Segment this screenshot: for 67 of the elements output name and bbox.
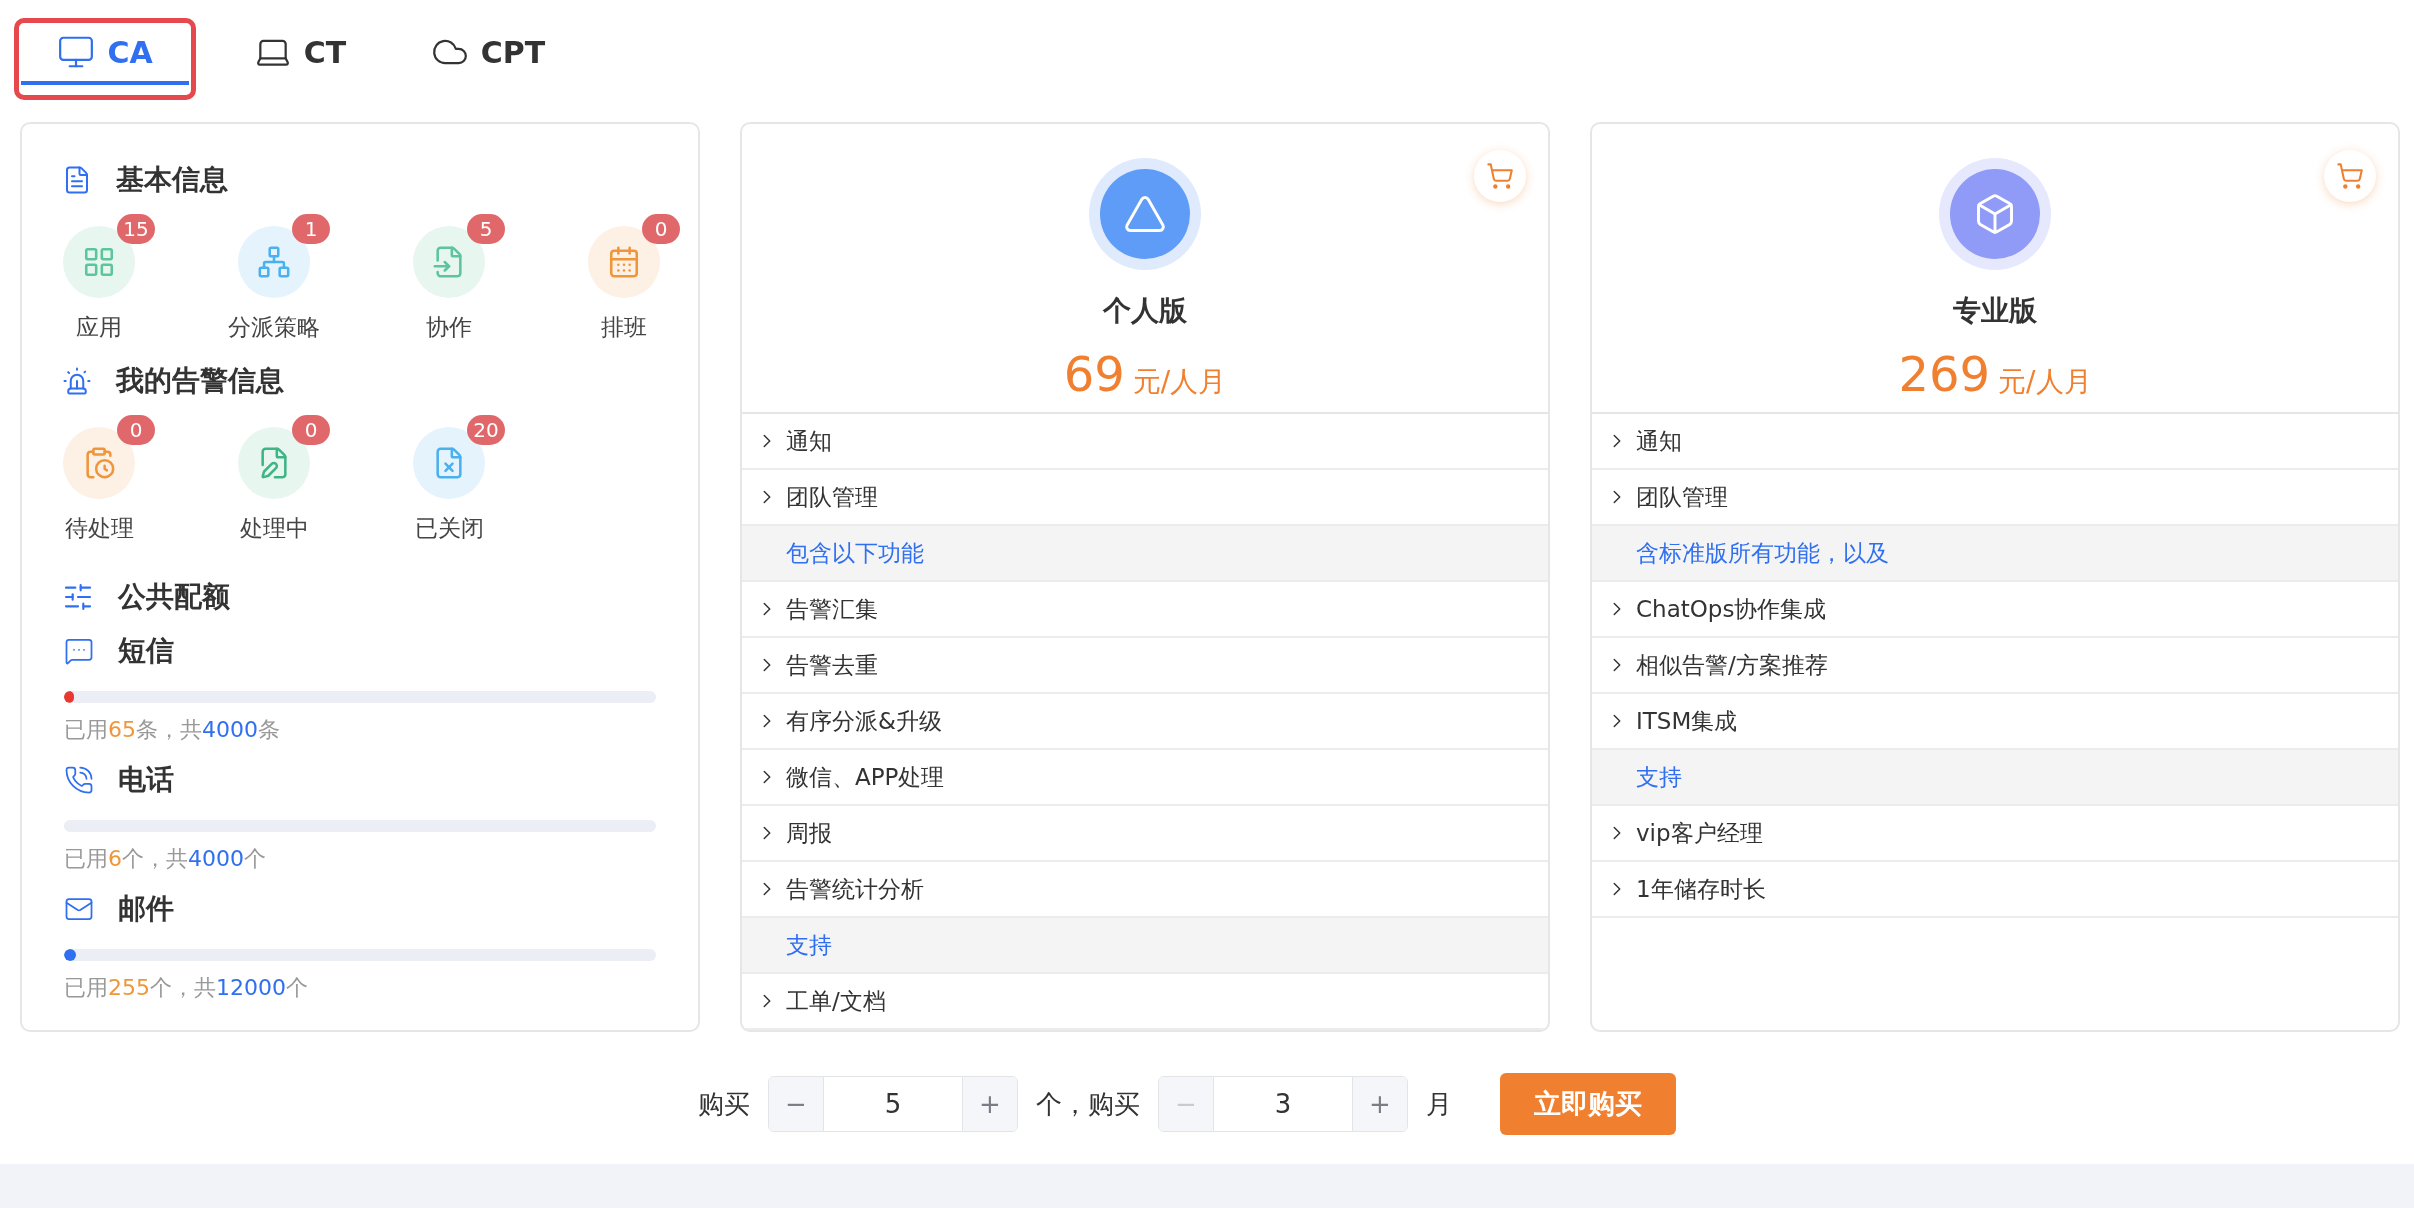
group-label: 支持 xyxy=(1636,762,1682,792)
cart-icon xyxy=(2336,162,2364,190)
feature-row[interactable]: ChatOps协作集成 xyxy=(1592,582,2398,638)
group-label: 支持 xyxy=(786,930,832,960)
quota-item-icon xyxy=(64,636,94,666)
feature-row[interactable]: 工单/文档 xyxy=(742,974,1548,1030)
section-title: 公共配额 xyxy=(118,579,230,615)
shortcut-label: 待处理 xyxy=(64,513,134,543)
quota-item-icon xyxy=(64,765,94,795)
shortcut-glyph-icon xyxy=(82,245,116,279)
section-title: 我的告警信息 xyxy=(116,362,284,399)
feature-row[interactable]: 有序分派&升级 xyxy=(742,694,1548,750)
group-label: 含标准版所有功能，以及 xyxy=(1636,538,1889,568)
count-badge: 1 xyxy=(292,214,330,244)
shortcut-label: 已关闭 xyxy=(414,513,484,543)
feature-row[interactable]: 通知 xyxy=(1592,414,2398,470)
purchase-label: 购买 xyxy=(698,1087,750,1121)
quota-icon xyxy=(62,581,94,613)
count-badge: 0 xyxy=(642,214,680,244)
shortcut-label: 应用 xyxy=(76,313,122,342)
shortcut-label: 排班 xyxy=(601,313,647,342)
price-unit: 元/人月 xyxy=(1132,364,1227,400)
feature-row[interactable]: 通知 xyxy=(742,414,1548,470)
tab[interactable]: CT xyxy=(216,23,384,85)
quota-name: 邮件 xyxy=(118,891,174,927)
tab[interactable]: CPT xyxy=(404,23,572,85)
plan-name: 个人版 xyxy=(1103,293,1187,329)
cart-button[interactable] xyxy=(1474,150,1526,202)
plan-price: 69 xyxy=(1063,345,1125,404)
price-unit: 元/人月 xyxy=(1998,364,2092,400)
shortcut-label: 处理中 xyxy=(239,513,309,543)
number-stepper[interactable]: − 3 + xyxy=(1158,1076,1408,1132)
feature-row[interactable]: 告警去重 xyxy=(742,638,1548,694)
feature-row[interactable]: 告警汇集 xyxy=(742,582,1548,638)
increment-button[interactable]: + xyxy=(963,1077,1017,1131)
feature-row[interactable]: vip客户经理 xyxy=(1592,806,2398,862)
count-badge: 15 xyxy=(117,214,155,244)
feature-row[interactable]: 微信、APP处理 xyxy=(742,750,1548,806)
shortcut-label: 分派策略 xyxy=(228,313,320,342)
shortcut-label: 协作 xyxy=(426,313,472,342)
decrement-button[interactable]: − xyxy=(769,1077,823,1131)
count-badge: 0 xyxy=(117,414,155,445)
quota-name: 电话 xyxy=(118,762,174,798)
plan-price: 269 xyxy=(1898,345,1991,404)
feature-row[interactable]: 相似告警/方案推荐 xyxy=(1592,638,2398,694)
section-title: 基本信息 xyxy=(116,162,228,198)
cart-icon xyxy=(1486,162,1514,190)
cart-button[interactable] xyxy=(2324,150,2376,202)
number-stepper[interactable]: − 5 + xyxy=(768,1076,1018,1132)
usage-text: 已用6个，共4000个 xyxy=(64,845,267,873)
month-label: 月 xyxy=(1426,1087,1452,1121)
count-badge: 0 xyxy=(292,414,330,445)
feature-row[interactable]: 周报 xyxy=(742,806,1548,862)
feature-row[interactable]: 1年储存时长 xyxy=(1592,862,2398,918)
tab[interactable]: CA xyxy=(21,23,189,85)
count-badge: 5 xyxy=(467,214,505,244)
usage-text: 已用65条，共4000条 xyxy=(64,716,281,744)
shortcut-glyph-icon xyxy=(607,245,641,279)
plan-name: 专业版 xyxy=(1953,293,2037,329)
group-label: 包含以下功能 xyxy=(786,538,924,568)
quota-name: 短信 xyxy=(118,633,174,669)
increment-button[interactable]: + xyxy=(1353,1077,1407,1131)
usage-text: 已用255个，共12000个 xyxy=(64,974,309,1002)
section-icon xyxy=(62,365,92,396)
purchase-label: 个，购买 xyxy=(1036,1087,1140,1121)
shortcut-glyph-icon xyxy=(257,245,291,279)
count-badge: 20 xyxy=(467,414,505,445)
